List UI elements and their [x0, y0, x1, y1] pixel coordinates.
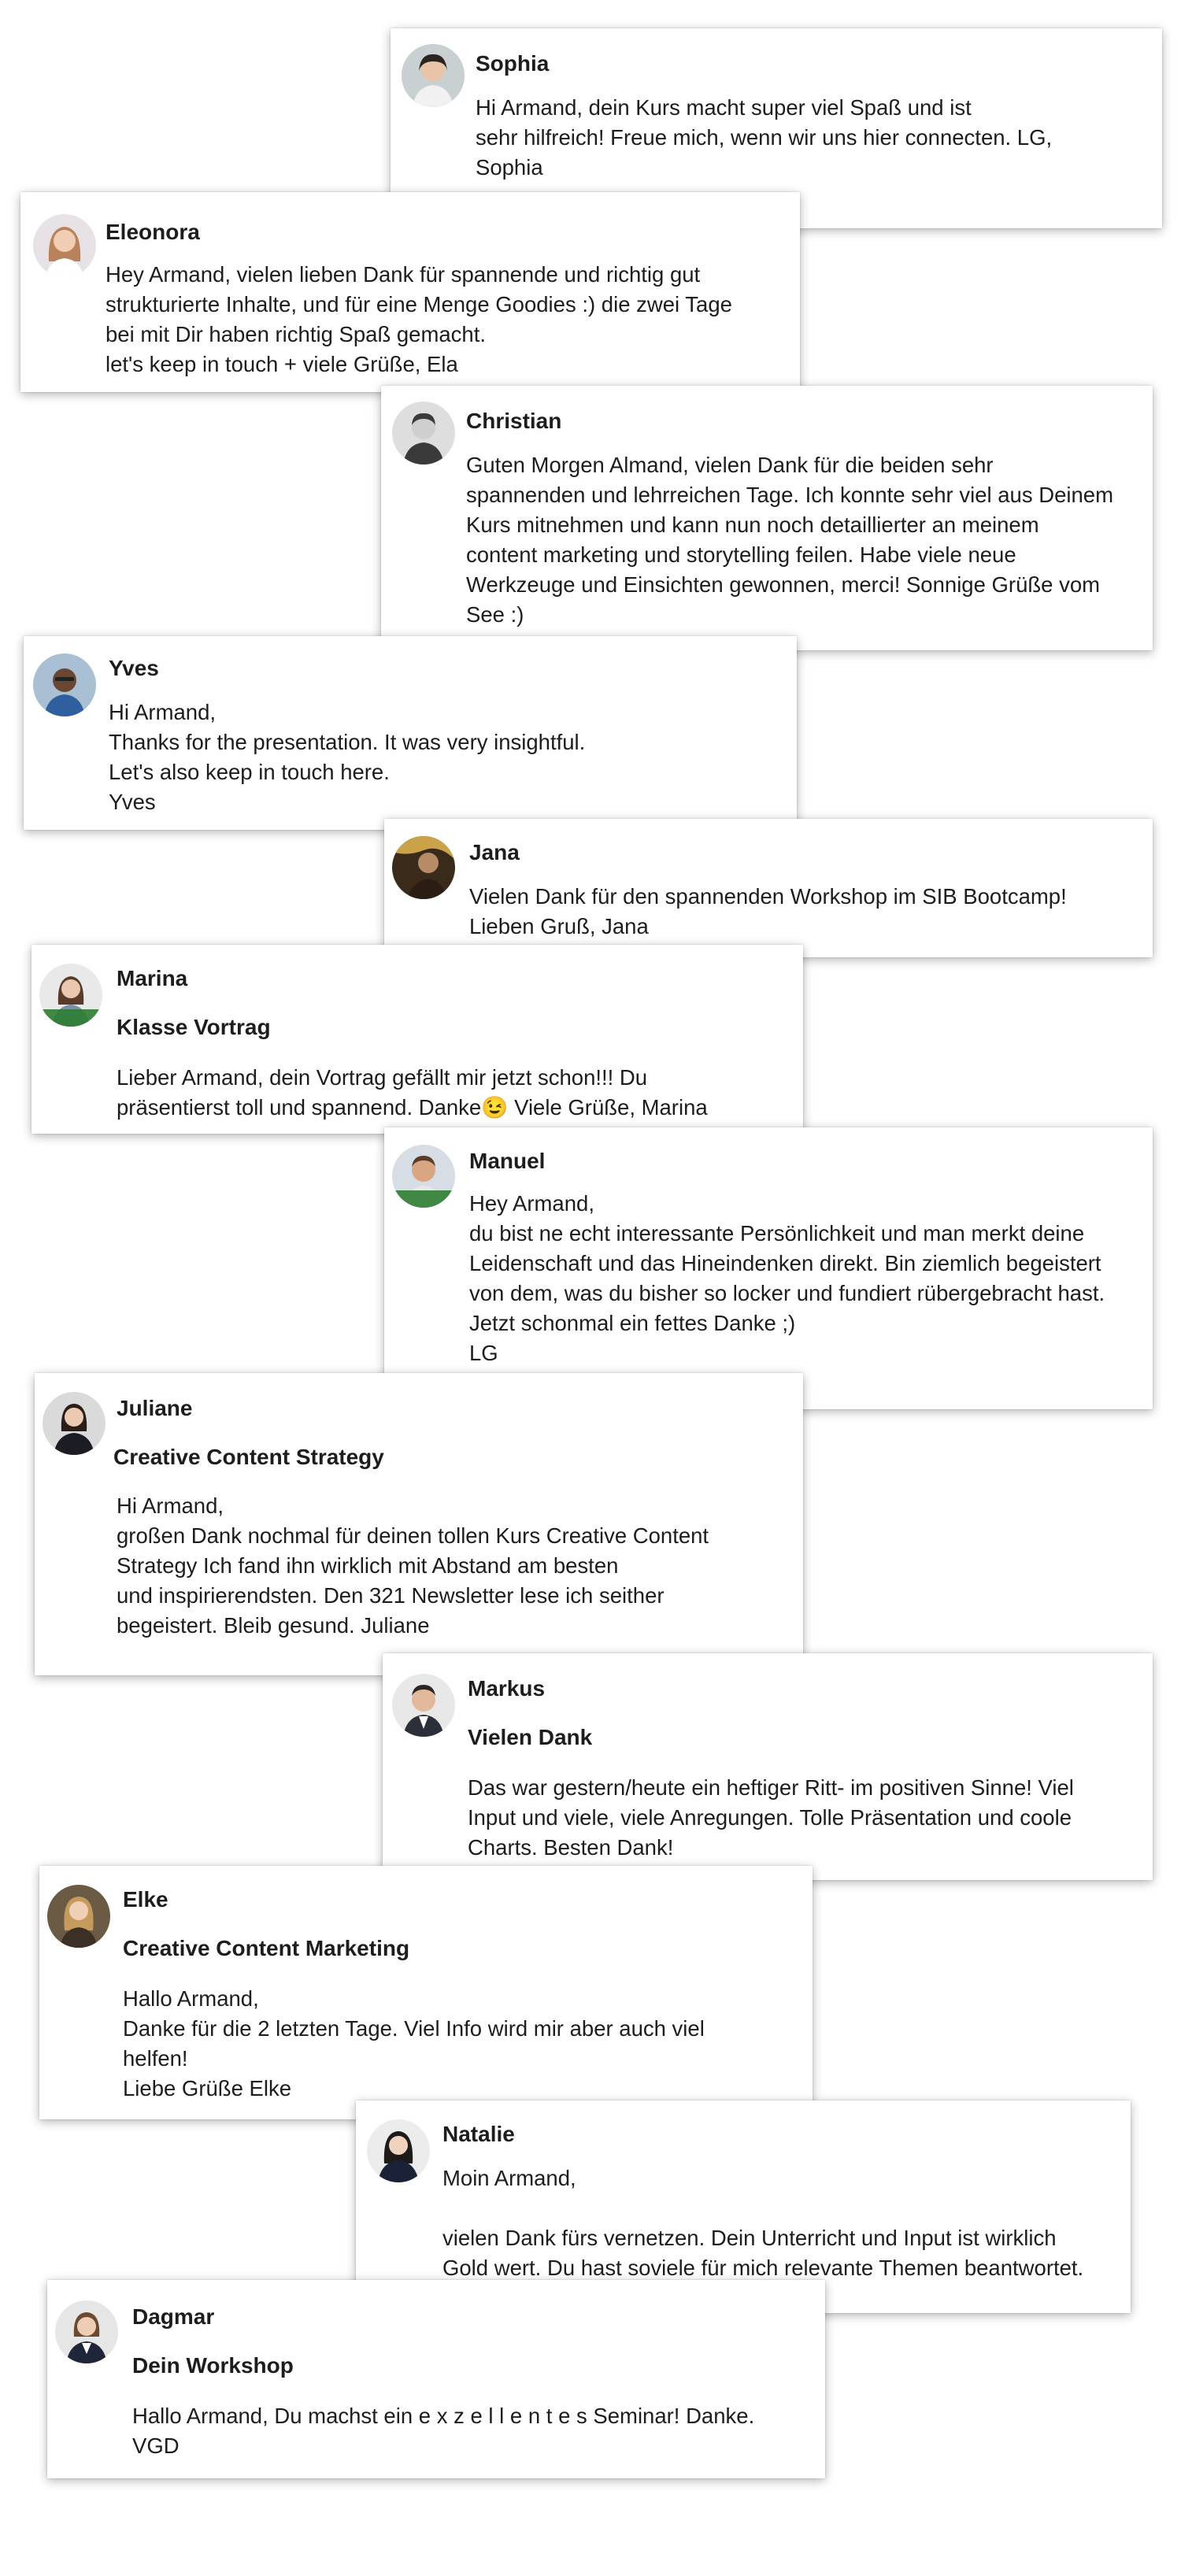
- avatar: [367, 2119, 430, 2182]
- sender-name: Natalie: [442, 2122, 515, 2146]
- message-card-yves: Yves Hi Armand, Thanks for the presentat…: [24, 636, 797, 830]
- sender-name: Eleonora: [106, 220, 200, 244]
- message-subject: Klasse Vortrag: [117, 1015, 271, 1039]
- message-card-christian: Christian Guten Morgen Almand, vielen Da…: [381, 386, 1153, 650]
- avatar: [392, 1674, 455, 1737]
- sender-name: Elke: [123, 1887, 168, 1912]
- sender-name: Sophia: [476, 51, 550, 76]
- avatar: [43, 1392, 106, 1455]
- message-card-elke: Elke Creative Content Marketing Hallo Ar…: [39, 1866, 813, 2119]
- sender-name: Christian: [466, 409, 562, 433]
- avatar: [47, 1885, 110, 1948]
- avatar: [39, 964, 102, 1027]
- avatar: [392, 836, 455, 899]
- sender-name: Juliane: [117, 1396, 193, 1420]
- avatar: [392, 402, 455, 464]
- sender-name: Jana: [469, 840, 520, 864]
- message-text: Vielen Dank für den spannenden Workshop …: [469, 884, 1067, 938]
- message-text: Hey Armand, du bist ne echt interessante…: [469, 1191, 1105, 1395]
- sender-name: Markus: [468, 1676, 546, 1701]
- avatar: [33, 214, 96, 277]
- message-text: Hi Armand, Thanks for the presentation. …: [109, 700, 586, 814]
- message-text: Hi Armand, großen Dank nochmal für deine…: [117, 1493, 709, 1638]
- message-card-dagmar: Dagmar Dein Workshop Hallo Armand, Du ma…: [47, 2280, 825, 2478]
- message-subject: Creative Content Marketing: [123, 1936, 410, 1960]
- message-text: Hallo Armand, Du machst ein e x z e l l …: [132, 2404, 755, 2458]
- avatar: [392, 1145, 455, 1208]
- message-subject: Creative Content Strategy: [113, 1445, 384, 1469]
- message-card-manuel: Manuel Hey Armand, du bist ne echt inter…: [384, 1127, 1153, 1409]
- sender-name: Marina: [117, 966, 188, 990]
- sender-name: Yves: [109, 656, 159, 680]
- message-text: Das war gestern/heute ein heftiger Ritt-…: [468, 1775, 1074, 1860]
- sender-name: Manuel: [469, 1149, 546, 1173]
- message-text: Hey Armand, vielen lieben Dank für spann…: [106, 262, 732, 376]
- avatar: [55, 2300, 118, 2363]
- message-text: Hallo Armand, Danke für die 2 letzten Ta…: [123, 1986, 705, 2100]
- message-card-marina: Marina Klasse Vortrag Lieber Armand, dei…: [31, 945, 803, 1134]
- message-text: Lieber Armand, dein Vortrag gefällt mir …: [117, 1065, 708, 1120]
- message-card-markus: Markus Vielen Dank Das war gestern/heute…: [383, 1653, 1153, 1880]
- message-text: Guten Morgen Almand, vielen Dank für die…: [466, 453, 1113, 627]
- sender-name: Dagmar: [132, 2304, 215, 2329]
- message-subject: Dein Workshop: [132, 2353, 294, 2378]
- avatar: [402, 44, 465, 107]
- message-card-jana: Jana Vielen Dank für den spannenden Work…: [384, 819, 1153, 957]
- message-subject: Vielen Dank: [468, 1725, 593, 1749]
- message-card-juliane: Juliane Creative Content Strategy Hi Arm…: [35, 1373, 803, 1675]
- avatar: [33, 653, 96, 716]
- message-card-eleonora: Eleonora Hey Armand, vielen lieben Dank …: [20, 192, 800, 392]
- message-text: Hi Armand, dein Kurs macht super viel Sp…: [476, 95, 1053, 180]
- message-text: Moin Armand, vielen Dank fürs vernetzen.…: [442, 2166, 1084, 2280]
